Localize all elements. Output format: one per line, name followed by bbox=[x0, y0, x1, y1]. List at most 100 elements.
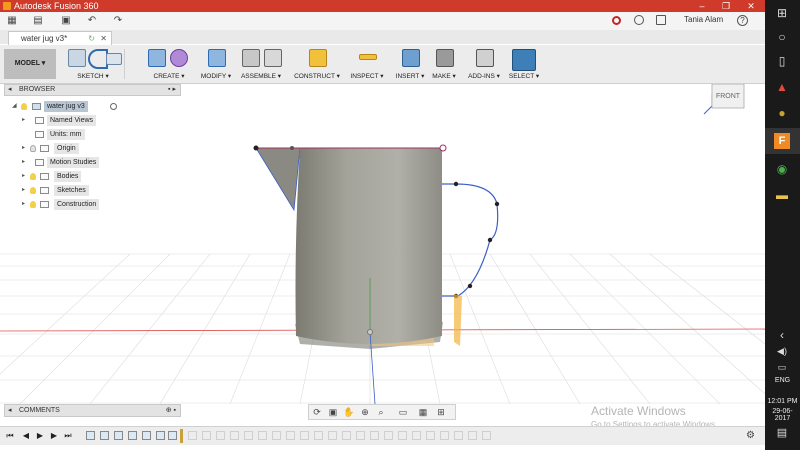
browser-item-construction[interactable]: ▸ Construction bbox=[22, 199, 132, 210]
3d-print-icon[interactable] bbox=[436, 49, 454, 67]
refresh-icon[interactable]: ↻ bbox=[88, 32, 95, 45]
sketch-point[interactable] bbox=[439, 144, 447, 152]
timeline-feature-suppressed[interactable] bbox=[356, 431, 365, 440]
battery-icon[interactable]: ▭ bbox=[773, 358, 791, 376]
pan-icon[interactable]: ✋ bbox=[343, 406, 355, 418]
expand-triangle-icon[interactable]: ▸ bbox=[22, 171, 25, 182]
sketch-point[interactable] bbox=[487, 237, 493, 243]
panel-controls-icon[interactable]: ▪ ▸ bbox=[168, 85, 176, 95]
timeline-feature-suppressed[interactable] bbox=[384, 431, 393, 440]
record-icon[interactable] bbox=[612, 16, 621, 25]
line-icon[interactable] bbox=[88, 49, 108, 69]
maximize-button[interactable]: ❐ bbox=[714, 0, 738, 12]
timeline-feature[interactable] bbox=[114, 431, 123, 440]
timeline-feature-suppressed[interactable] bbox=[244, 431, 253, 440]
timeline-feature[interactable] bbox=[142, 431, 151, 440]
measure-icon[interactable] bbox=[359, 54, 377, 60]
browser-item-label[interactable]: Origin bbox=[54, 143, 79, 154]
timeline-feature-suppressed[interactable] bbox=[482, 431, 491, 440]
browser-item-label[interactable]: Bodies bbox=[54, 171, 82, 182]
timeline-feature[interactable] bbox=[100, 431, 109, 440]
step-forward-icon[interactable]: ▶ bbox=[48, 430, 60, 442]
sketch-point[interactable] bbox=[253, 145, 259, 151]
inspect-group[interactable]: INSPECT ▾ bbox=[346, 47, 388, 81]
timeline-settings-gear-icon[interactable]: ⚙ bbox=[746, 430, 755, 441]
autodesk-app-icon[interactable]: ▲ bbox=[773, 78, 791, 96]
visibility-bulb-icon[interactable] bbox=[30, 173, 36, 180]
redo-icon[interactable]: ↷ bbox=[110, 14, 126, 28]
input-language[interactable]: ENG bbox=[765, 377, 800, 384]
assemble-group[interactable]: ASSEMBLE ▾ bbox=[238, 47, 284, 81]
timeline-feature-suppressed[interactable] bbox=[216, 431, 225, 440]
fusion-taskbar-active[interactable]: F bbox=[765, 128, 800, 154]
extrude-icon[interactable] bbox=[148, 49, 166, 67]
origin-point[interactable] bbox=[367, 329, 373, 335]
clock-time[interactable]: 12:01 PM bbox=[765, 398, 800, 405]
browser-panel-header[interactable]: ◂ BROWSER ▪ ▸ bbox=[4, 84, 181, 96]
insert-group[interactable]: INSERT ▾ bbox=[392, 47, 428, 81]
notifications-icon[interactable] bbox=[656, 15, 666, 25]
view-cube-front-label[interactable]: FRONT bbox=[716, 93, 741, 100]
add-comment-icon[interactable]: ⊕ ▪ bbox=[166, 405, 176, 416]
go-to-end-icon[interactable]: ⏭ bbox=[62, 430, 74, 442]
workspace-switcher[interactable]: MODEL ▾ bbox=[4, 49, 56, 79]
visibility-bulb-icon[interactable] bbox=[21, 103, 27, 110]
timeline-feature-suppressed[interactable] bbox=[426, 431, 435, 440]
sketch-point[interactable] bbox=[467, 283, 473, 289]
file-explorer-icon[interactable]: ▬ bbox=[773, 186, 791, 204]
make-group[interactable]: MAKE ▾ bbox=[430, 47, 458, 81]
browser-root-label[interactable]: water jug v3 bbox=[44, 101, 88, 112]
expand-triangle-icon[interactable]: ▸ bbox=[22, 157, 25, 168]
user-name[interactable]: Tania Alam bbox=[684, 15, 723, 24]
orbit-icon[interactable]: ⟳ bbox=[311, 406, 323, 418]
add-ins-group[interactable]: ADD-INS ▾ bbox=[464, 47, 504, 81]
expand-triangle-icon[interactable]: ▸ bbox=[22, 115, 25, 126]
sketch-group[interactable]: SKETCH ▾ bbox=[66, 47, 122, 81]
look-at-icon[interactable]: ▣ bbox=[327, 406, 339, 418]
timeline-feature[interactable] bbox=[86, 431, 95, 440]
new-component-icon[interactable] bbox=[242, 49, 260, 67]
timeline-feature-suppressed[interactable] bbox=[314, 431, 323, 440]
file-menu-icon[interactable]: ▤ bbox=[30, 14, 46, 28]
play-icon[interactable]: ▶ bbox=[34, 430, 46, 442]
rectangle-icon[interactable] bbox=[106, 53, 122, 65]
jug-body[interactable] bbox=[295, 148, 443, 344]
modify-group[interactable]: MODIFY ▾ bbox=[200, 47, 232, 81]
visibility-bulb-icon[interactable] bbox=[30, 187, 36, 194]
job-status-icon[interactable] bbox=[634, 15, 644, 25]
timeline-feature-suppressed[interactable] bbox=[398, 431, 407, 440]
browser-item-label[interactable]: Units: mm bbox=[47, 129, 85, 140]
go-to-start-icon[interactable]: ⏮ bbox=[4, 430, 16, 442]
scripts-icon[interactable] bbox=[476, 49, 494, 67]
close-tab-icon[interactable]: ✕ bbox=[100, 32, 107, 45]
timeline-feature-suppressed[interactable] bbox=[342, 431, 351, 440]
zoom-icon[interactable]: ⊕ bbox=[359, 406, 371, 418]
create-sketch-icon[interactable] bbox=[68, 49, 86, 67]
collapse-triangle-icon[interactable]: ◂ bbox=[8, 85, 12, 95]
timeline-feature-suppressed[interactable] bbox=[258, 431, 267, 440]
display-settings-icon[interactable]: ▭ bbox=[397, 406, 409, 418]
action-center-icon[interactable]: ▤ bbox=[773, 424, 791, 442]
task-view-icon[interactable]: ▯ bbox=[773, 52, 791, 70]
data-panel-grid-icon[interactable]: ▦ bbox=[4, 14, 20, 28]
browser-item-origin[interactable]: ▸ Origin bbox=[22, 143, 132, 154]
press-pull-icon[interactable] bbox=[208, 49, 226, 67]
select-group[interactable]: SELECT ▾ bbox=[508, 47, 540, 81]
close-button[interactable]: ✕ bbox=[739, 0, 763, 12]
minimize-button[interactable]: – bbox=[690, 0, 714, 12]
sketch-point[interactable] bbox=[453, 181, 459, 187]
timeline-feature-suppressed[interactable] bbox=[370, 431, 379, 440]
browser-item-bodies[interactable]: ▸ Bodies bbox=[22, 171, 132, 182]
step-back-icon[interactable]: ◀ bbox=[20, 430, 32, 442]
timeline-feature[interactable] bbox=[168, 431, 177, 440]
timeline-feature-suppressed[interactable] bbox=[412, 431, 421, 440]
timeline-feature-suppressed[interactable] bbox=[286, 431, 295, 440]
timeline-feature-suppressed[interactable] bbox=[468, 431, 477, 440]
timeline-feature[interactable] bbox=[156, 431, 165, 440]
expand-triangle-icon[interactable]: ◢ bbox=[12, 101, 17, 112]
browser-item-named-views[interactable]: ▸ Named Views bbox=[22, 115, 132, 126]
timeline-marker[interactable] bbox=[180, 429, 183, 443]
timeline-feature-suppressed[interactable] bbox=[454, 431, 463, 440]
timeline-feature-suppressed[interactable] bbox=[328, 431, 337, 440]
collapse-triangle-icon[interactable]: ◂ bbox=[8, 405, 12, 416]
